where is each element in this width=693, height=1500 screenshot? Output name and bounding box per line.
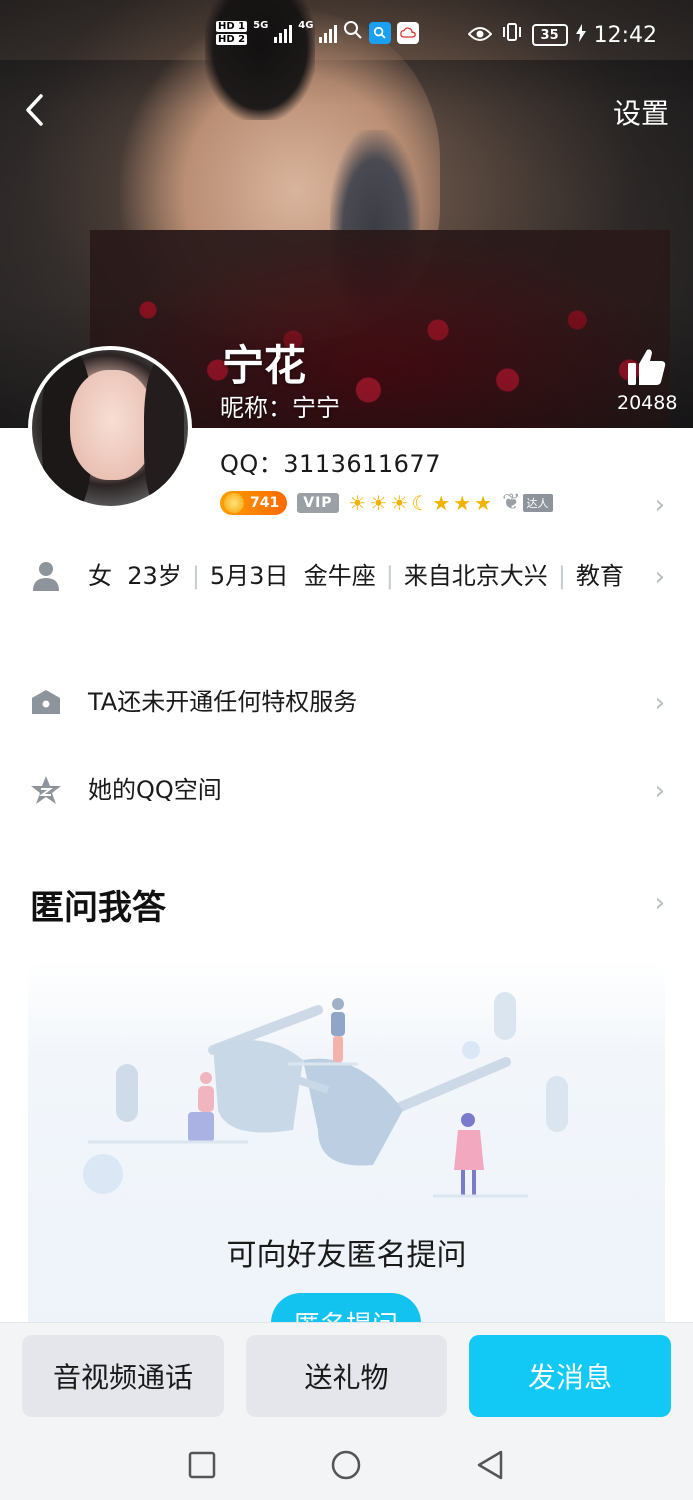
like-count: 20488: [617, 392, 678, 414]
star-icon: ★: [432, 490, 451, 515]
sun-icon: ☀: [390, 490, 409, 515]
back-arrow-icon: [26, 94, 43, 126]
privilege-chevron-icon: ›: [654, 688, 665, 718]
privilege-row[interactable]: TA还未开通任何特权服务 ›: [0, 682, 693, 726]
person-icon: [30, 560, 62, 592]
qa-hint-text: 可向好友匿名提问: [226, 1238, 467, 1273]
bottom-action-bar: 音视频通话 送礼物 发消息: [0, 1322, 693, 1427]
avatar-face: [70, 370, 154, 480]
circle-icon: [331, 1450, 361, 1480]
eye-icon: [467, 23, 492, 48]
badges-row[interactable]: 741 VIP ☀ ☀ ☀ ☾ ★ ★ ★ ❦ 达人: [220, 490, 553, 515]
level-badge: 741: [220, 490, 288, 515]
qa-illustration: [83, 992, 568, 1198]
settings-button[interactable]: 设置: [613, 92, 669, 132]
avatar[interactable]: [28, 346, 192, 510]
age: 23岁: [127, 562, 182, 590]
avatar-hair-right: [144, 360, 184, 506]
vip-badge: VIP: [297, 492, 339, 513]
back-button[interactable]: [16, 92, 52, 128]
moon-icon: ☾: [411, 490, 430, 515]
send-message-button[interactable]: 发消息: [469, 1335, 671, 1417]
crown-icon: [30, 686, 62, 718]
badges-chevron-icon[interactable]: ›: [655, 492, 665, 518]
qzone-text: 她的QQ空间: [88, 776, 222, 804]
home-button[interactable]: [329, 1448, 363, 1482]
status-bar: HD 1 HD 2 5G 4G 35 12:42: [0, 18, 693, 62]
qq-level-icons: ☀ ☀ ☀ ☾ ★ ★ ★: [349, 491, 493, 515]
back-nav-button[interactable]: [473, 1448, 507, 1482]
hd2-badge: HD 2: [216, 34, 248, 45]
battery-icon: 35: [531, 24, 568, 46]
status-left: HD 1 HD 2 5G 4G: [216, 20, 420, 46]
qa-card: 可向好友匿名提问 匿名提问: [28, 960, 665, 1340]
sun-icon: ☀: [369, 490, 388, 515]
qa-section-title[interactable]: 匿问我答: [30, 880, 166, 929]
gender: 女: [88, 562, 112, 590]
profile-nickname: 昵称：宁宁: [220, 394, 340, 422]
qq-number: QQ：3113611677: [220, 450, 441, 478]
star-icon: ★: [453, 490, 472, 515]
separator: |: [557, 562, 566, 590]
constellation: 金牛座: [303, 562, 376, 590]
cloud-app-icon: [397, 22, 420, 44]
signal-icon-2: [319, 23, 338, 43]
separator: |: [385, 562, 394, 590]
coin-icon: [224, 492, 244, 513]
wing-icon: ❦: [502, 490, 521, 515]
square-icon: [188, 1451, 216, 1479]
qa-chevron-icon[interactable]: ›: [655, 890, 665, 916]
personal-info-text: 女 23岁 | 5月3日 金牛座 | 来自北京大兴 | 教育: [88, 556, 648, 596]
like-button[interactable]: 20488: [617, 348, 677, 414]
daren-badge: ❦ 达人: [502, 490, 553, 515]
separator: |: [191, 562, 200, 590]
sun-icon: ☀: [348, 490, 367, 515]
qzone-star-icon: [30, 774, 62, 806]
location: 来自北京大兴: [403, 562, 548, 590]
charging-icon: [575, 23, 586, 48]
clock: 12:42: [593, 22, 657, 48]
hd-indicators: HD 1 HD 2: [216, 21, 248, 45]
app-search-icon: [369, 22, 392, 44]
thumbs-up-icon: [628, 349, 666, 385]
hd1-badge: HD 1: [216, 21, 248, 32]
personal-info-row[interactable]: 女 23岁 | 5月3日 金牛座 | 来自北京大兴 | 教育 ›: [0, 556, 693, 636]
vibrate-icon: [500, 22, 524, 48]
signal-icon-1: [274, 23, 293, 43]
status-right: 35 12:42: [467, 22, 657, 48]
qzone-row[interactable]: 她的QQ空间 ›: [0, 770, 693, 814]
send-gift-button[interactable]: 送礼物: [246, 1335, 447, 1417]
system-nav-bar: [0, 1426, 693, 1500]
network-label-2: 4G: [298, 20, 314, 31]
profile-name: 宁花: [222, 341, 307, 390]
network-label-1: 5G: [253, 20, 269, 31]
video-call-button[interactable]: 音视频通话: [22, 1335, 224, 1417]
privilege-text: TA还未开通任何特权服务: [88, 688, 358, 716]
birthday: 5月3日: [209, 562, 289, 590]
occupation: 教育: [575, 562, 624, 590]
info-chevron-icon: ›: [654, 562, 665, 592]
recent-apps-button[interactable]: [185, 1448, 219, 1482]
level-value: 741: [250, 494, 280, 511]
daren-label: 达人: [522, 493, 553, 512]
search-icon: [343, 20, 363, 46]
star-icon: ★: [474, 490, 493, 515]
triangle-back-icon: [477, 1450, 503, 1480]
qzone-chevron-icon: ›: [654, 776, 665, 806]
